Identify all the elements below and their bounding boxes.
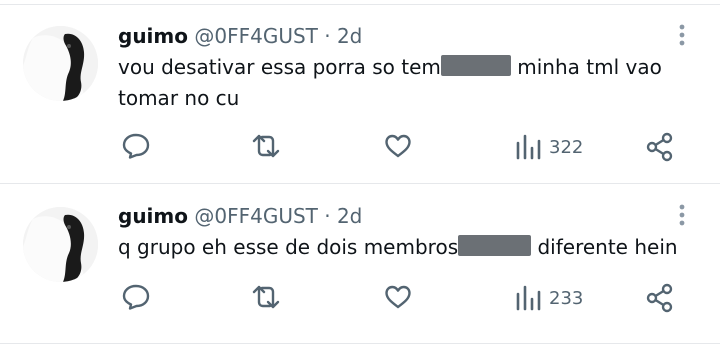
views-button[interactable]: 322: [515, 133, 583, 161]
post-text-part-2: diferente hein: [531, 235, 678, 259]
vertical-dots-icon: [679, 204, 685, 226]
redaction-bar: [458, 235, 532, 256]
avatar[interactable]: [23, 26, 98, 101]
post-1[interactable]: guimo @0FF4GUST · 2d vou desativar essa …: [0, 0, 720, 183]
speech-bubble-icon: [122, 133, 150, 159]
post-header: guimo @0FF4GUST · 2d: [118, 24, 362, 48]
heart-icon: [385, 285, 411, 309]
post-time[interactable]: 2d: [337, 24, 362, 48]
display-name[interactable]: guimo: [118, 204, 188, 228]
user-handle[interactable]: @0FF4GUST: [194, 24, 318, 48]
more-options-button[interactable]: [672, 202, 692, 230]
redaction-bar: [440, 55, 511, 76]
like-button[interactable]: [383, 132, 413, 160]
views-button[interactable]: 233: [515, 284, 583, 312]
separator-dot: ·: [324, 204, 331, 228]
post-text-part-1: q grupo eh esse de dois membros: [118, 235, 459, 259]
post-text-part-1: vou desativar essa porra so tem: [118, 55, 441, 79]
reply-button[interactable]: [121, 132, 151, 160]
views-count: 233: [549, 287, 584, 309]
speech-bubble-icon: [122, 284, 150, 310]
repost-button[interactable]: [248, 283, 284, 311]
repost-button[interactable]: [248, 132, 284, 160]
more-options-button[interactable]: [672, 22, 692, 50]
post-text: q grupo eh esse de dois membros diferent…: [118, 232, 678, 263]
post-text: vou desativar essa porra so tem minha tm…: [118, 52, 678, 114]
repost-arrows-icon: [252, 134, 280, 158]
views-count: 322: [549, 136, 584, 158]
divider-bottom: [0, 343, 720, 344]
bar-chart-icon: [516, 285, 541, 311]
share-icon: [646, 132, 673, 162]
avatar[interactable]: [23, 207, 98, 282]
share-icon: [646, 283, 673, 313]
repost-arrows-icon: [252, 285, 280, 309]
heart-icon: [385, 134, 411, 158]
post-2[interactable]: guimo @0FF4GUST · 2d q grupo eh esse de …: [0, 184, 720, 344]
vertical-dots-icon: [679, 24, 685, 46]
display-name[interactable]: guimo: [118, 24, 188, 48]
share-button[interactable]: [645, 283, 675, 313]
like-button[interactable]: [383, 283, 413, 311]
user-handle[interactable]: @0FF4GUST: [194, 204, 318, 228]
reply-button[interactable]: [121, 283, 151, 311]
separator-dot: ·: [324, 24, 331, 48]
bar-chart-icon: [516, 134, 541, 160]
share-button[interactable]: [645, 132, 675, 162]
post-header: guimo @0FF4GUST · 2d: [118, 204, 362, 228]
post-time[interactable]: 2d: [337, 204, 362, 228]
